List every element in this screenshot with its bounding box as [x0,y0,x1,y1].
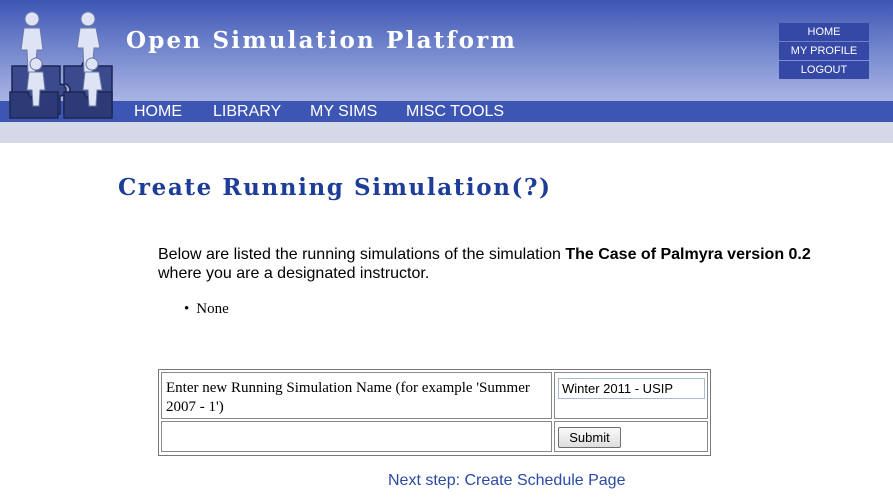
nav-library[interactable]: LIBRARY [213,101,281,122]
name-label-cell: Enter new Running Simulation Name (for e… [161,372,552,419]
next-step-link[interactable]: Next step: Create Schedule Page [388,472,625,490]
nav-misc-tools[interactable]: MISC TOOLS [406,101,504,122]
submit-cell: Submit [554,421,708,452]
empty-cell [161,421,552,452]
name-input-cell [554,372,708,419]
sub-nav-bar [0,122,893,143]
site-header: Open Simulation Platform HOME MY PROFILE… [0,0,893,119]
util-logout-button[interactable]: LOGOUT [779,61,869,79]
util-home-button[interactable]: HOME [779,23,869,41]
nav-home[interactable]: HOME [134,101,182,122]
new-running-sim-form: Enter new Running Simulation Name (for e… [158,369,711,456]
page-title: Create Running Simulation(?) [118,174,552,201]
intro-before: Below are listed the running simulations… [158,246,566,263]
name-label: Enter new Running Simulation Name (for e… [166,380,530,415]
utility-nav: HOME MY PROFILE LOGOUT [779,23,869,80]
main-nav: HOME LIBRARY MY SIMS MISC TOOLS [0,101,893,122]
site-title: Open Simulation Platform [126,27,518,54]
util-my-profile-button[interactable]: MY PROFILE [779,42,869,60]
puzzle-people-logo-icon [9,11,113,119]
intro-after: where you are a designated instructor. [158,265,430,282]
simulation-name: The Case of Palmyra version 0.2 [565,246,811,263]
nav-my-sims[interactable]: MY SIMS [310,101,377,122]
running-sim-name-input[interactable] [558,378,705,399]
intro-text: Below are listed the running simulations… [158,245,858,283]
submit-button[interactable]: Submit [558,427,621,448]
list-item: None [184,301,229,318]
running-sims-list: None [184,301,229,318]
